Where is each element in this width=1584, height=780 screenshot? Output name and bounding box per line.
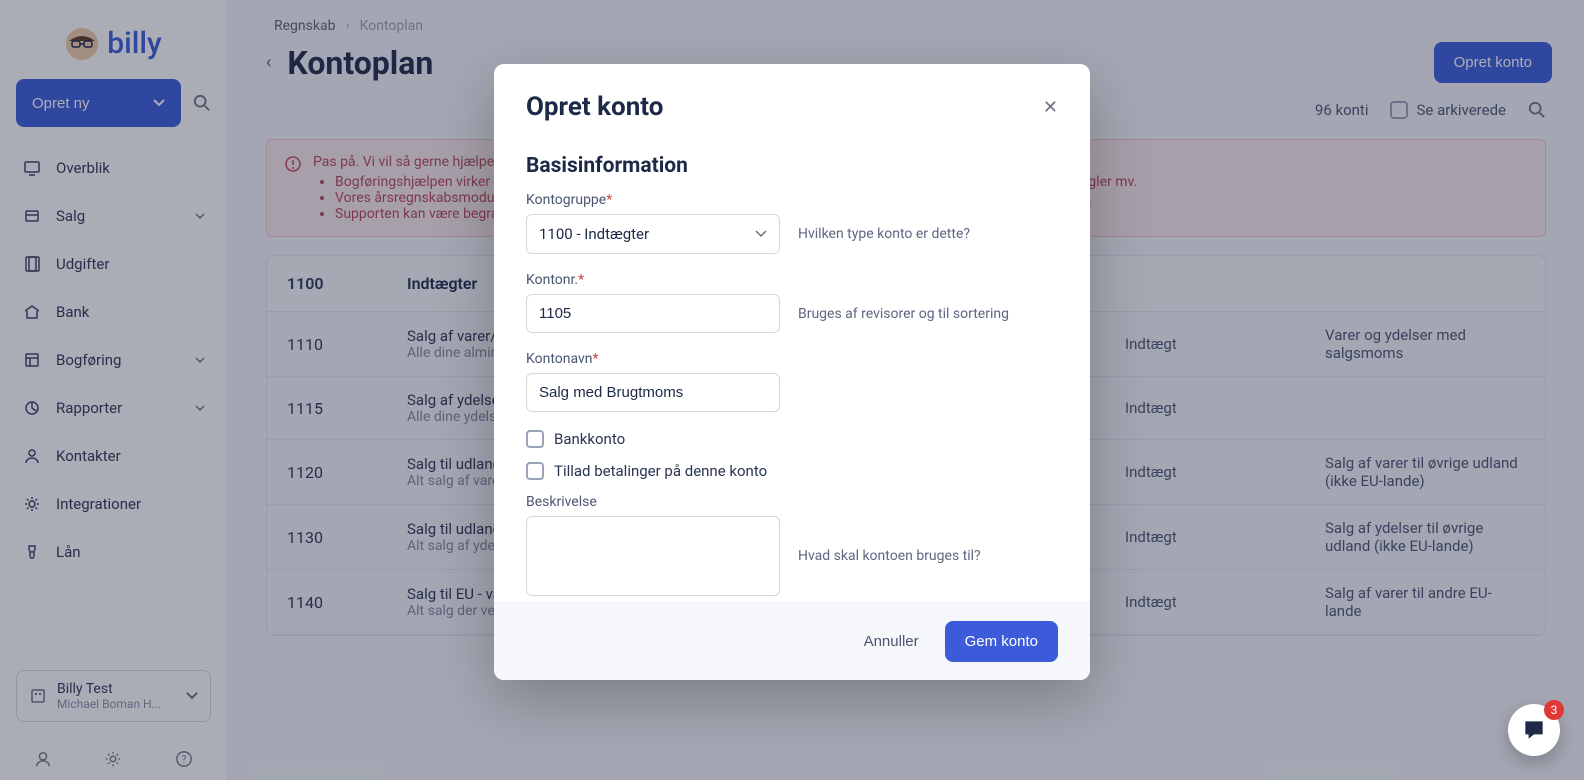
description-hint: Hvad skal kontoen bruges til? xyxy=(798,548,1058,564)
account-name-label: Kontonavn* xyxy=(526,351,1058,367)
cancel-button[interactable]: Annuller xyxy=(850,621,933,662)
account-number-hint: Bruges af revisorer og til sortering xyxy=(798,306,1058,322)
chat-widget[interactable]: 3 xyxy=(1508,704,1560,756)
description-label: Beskrivelse xyxy=(526,494,1058,510)
checkbox-icon xyxy=(526,462,544,480)
chat-icon xyxy=(1521,717,1547,743)
bank-account-checkbox[interactable]: Bankkonto xyxy=(526,430,1058,448)
account-group-label: Kontogruppe* xyxy=(526,192,1058,208)
close-icon[interactable]: ✕ xyxy=(1043,97,1058,118)
chevron-down-icon xyxy=(755,230,767,238)
section-heading: Basisinformation xyxy=(526,154,1058,178)
account-name-input[interactable] xyxy=(526,373,780,412)
modal-title: Opret konto xyxy=(526,92,1043,122)
description-textarea[interactable] xyxy=(526,516,780,596)
save-button[interactable]: Gem konto xyxy=(945,621,1058,662)
account-group-select[interactable]: 1100 - Indtægter xyxy=(526,214,780,254)
account-number-label: Kontonr.* xyxy=(526,272,1058,288)
chat-badge: 3 xyxy=(1544,700,1564,720)
account-group-hint: Hvilken type konto er dette? xyxy=(798,226,1058,242)
allow-payments-checkbox[interactable]: Tillad betalinger på denne konto xyxy=(526,462,1058,480)
create-account-modal: Opret konto ✕ Basisinformation Kontogrup… xyxy=(494,64,1090,680)
checkbox-icon xyxy=(526,430,544,448)
account-number-input[interactable] xyxy=(526,294,780,333)
